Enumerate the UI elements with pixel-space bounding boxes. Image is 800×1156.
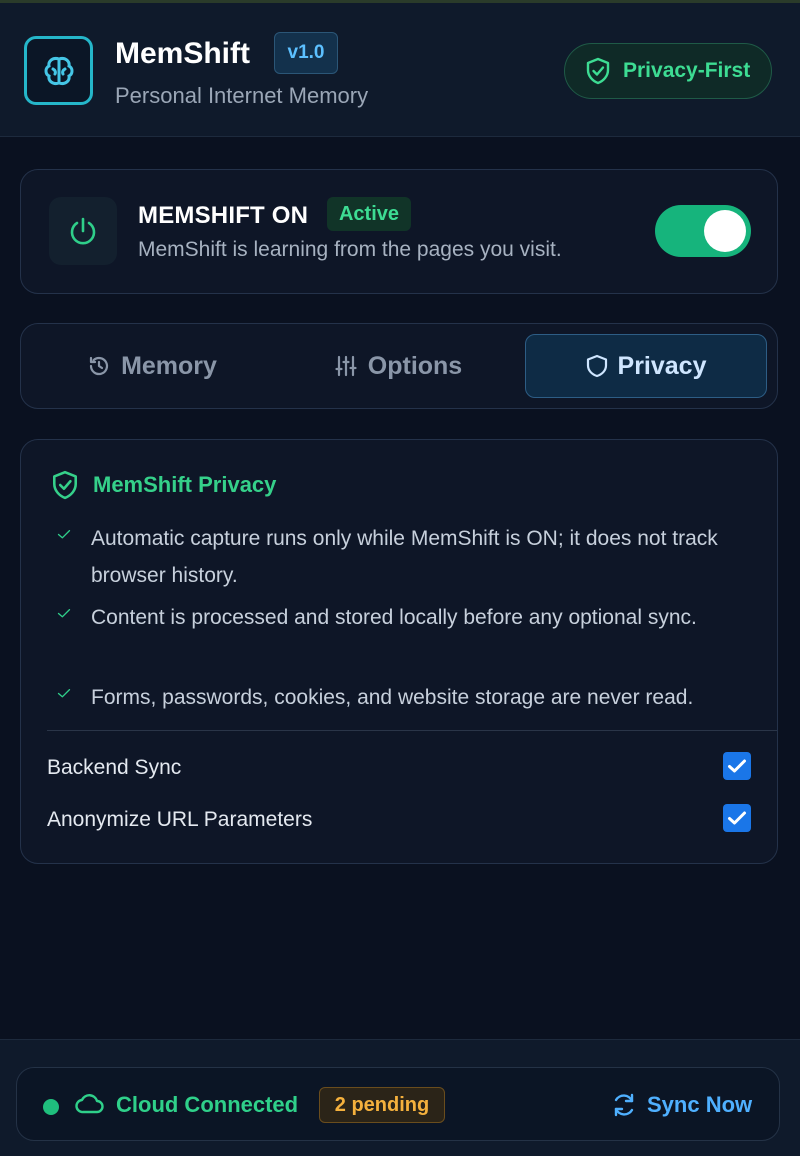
refresh-icon [614, 1093, 634, 1117]
shield-check-icon [586, 57, 610, 85]
anonymize-url-checkbox[interactable] [723, 804, 751, 832]
privacy-point: Forms, passwords, cookies, and website s… [51, 679, 761, 716]
setting-backend-sync: Backend Sync [47, 752, 751, 786]
privacy-title-text: MemShift Privacy [93, 472, 277, 497]
setting-anonymize-url: Anonymize URL Parameters [47, 804, 751, 838]
status-title: MEMSHIFT ON [138, 202, 309, 229]
backend-sync-label: Backend Sync [47, 756, 182, 779]
sliders-icon [335, 355, 357, 377]
sync-now-label: Sync Now [647, 1092, 753, 1117]
brain-icon [24, 36, 93, 105]
tab-privacy-label: Privacy [617, 351, 707, 380]
tab-options[interactable]: Options [277, 334, 519, 398]
power-icon [49, 197, 117, 265]
version-badge: v1.0 [274, 32, 338, 74]
check-icon [57, 529, 71, 539]
privacy-panel: MemShift Privacy Automatic capture runs … [20, 439, 778, 864]
memshift-toggle[interactable] [655, 205, 751, 257]
status-dot [43, 1099, 59, 1115]
privacy-point: Automatic capture runs only while MemShi… [51, 520, 761, 594]
checkmark-icon [728, 811, 746, 825]
header: MemShift v1.0 Personal Internet Memory P… [0, 0, 800, 137]
tab-memory[interactable]: Memory [33, 334, 271, 398]
privacy-panel-title: MemShift Privacy [51, 470, 276, 500]
footer: Cloud Connected 2 pending Sync Now [0, 1039, 800, 1156]
tab-options-label: Options [367, 351, 463, 380]
check-icon [57, 608, 71, 618]
connection-status: Cloud Connected [116, 1092, 299, 1117]
divider [47, 730, 777, 731]
top-edge [0, 0, 800, 3]
checkmark-icon [728, 759, 746, 773]
tab-bar: Memory Options Privacy [20, 323, 778, 409]
status-badge: Active [327, 197, 411, 231]
backend-sync-checkbox[interactable] [723, 752, 751, 780]
privacy-first-label: Privacy-First [623, 59, 751, 82]
status-card: MEMSHIFT ON Active MemShift is learning … [20, 169, 778, 294]
shield-icon [586, 354, 607, 378]
toggle-knob [704, 210, 746, 252]
app-subtitle: Personal Internet Memory [115, 83, 369, 108]
check-icon [57, 688, 71, 698]
tab-privacy[interactable]: Privacy [525, 334, 767, 398]
memshift-popup: MemShift v1.0 Personal Internet Memory P… [0, 0, 800, 1156]
app-name: MemShift [115, 37, 250, 70]
privacy-point: Content is processed and stored locally … [51, 599, 761, 636]
status-description: MemShift is learning from the pages you … [138, 238, 562, 261]
privacy-first-badge: Privacy-First [564, 43, 772, 99]
privacy-point-text: Forms, passwords, cookies, and website s… [91, 686, 694, 709]
sync-status-bar: Cloud Connected 2 pending Sync Now [16, 1067, 780, 1141]
history-icon [89, 356, 109, 376]
cloud-icon [75, 1094, 104, 1114]
sync-now-button[interactable]: Sync Now [611, 1088, 752, 1122]
privacy-point-text: Content is processed and stored locally … [91, 606, 697, 629]
anonymize-url-label: Anonymize URL Parameters [47, 808, 313, 831]
privacy-point-text: Automatic capture runs only while MemShi… [91, 527, 718, 587]
tab-memory-label: Memory [121, 351, 217, 380]
pending-badge: 2 pending [319, 1087, 445, 1123]
shield-check-icon [53, 470, 77, 500]
